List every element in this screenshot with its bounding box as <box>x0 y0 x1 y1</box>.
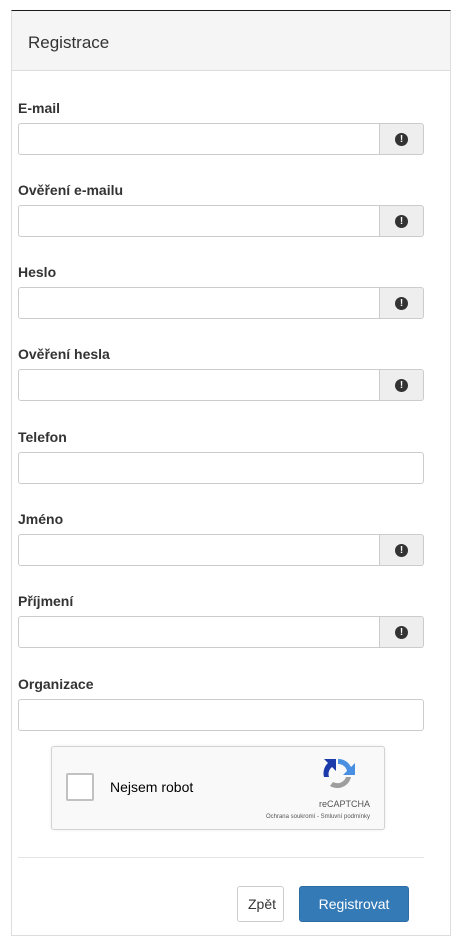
register-button[interactable]: Registrovat <box>299 886 409 922</box>
email-label: E-mail <box>18 100 61 116</box>
field-last-name: Příjmení ! <box>18 592 424 648</box>
last-name-input[interactable] <box>18 616 380 648</box>
field-password-confirm: Ověření hesla ! <box>18 345 424 401</box>
field-organization: Organizace <box>18 675 424 731</box>
last-name-addon: ! <box>380 616 424 648</box>
phone-label: Telefon <box>18 429 67 445</box>
password-label: Heslo <box>18 264 57 280</box>
password-confirm-input[interactable] <box>18 369 380 401</box>
organization-input[interactable] <box>18 699 424 731</box>
first-name-addon: ! <box>380 534 424 566</box>
exclamation-circle-icon: ! <box>395 132 408 146</box>
recaptcha-brand: reCAPTCHA <box>318 799 370 809</box>
exclamation-circle-icon: ! <box>395 214 408 228</box>
recaptcha-logo-icon <box>323 758 355 789</box>
last-name-label: Příjmení <box>18 593 74 609</box>
first-name-input[interactable] <box>18 534 380 566</box>
email-confirm-addon: ! <box>380 205 424 237</box>
password-confirm-label: Ověření hesla <box>18 346 110 362</box>
recaptcha-links[interactable]: Ochrana soukromí - Smluvní podmínky <box>266 814 370 820</box>
recaptcha-label: Nejsem robot <box>110 779 194 795</box>
field-password: Heslo ! <box>18 263 424 319</box>
back-button[interactable]: Zpět <box>237 886 284 922</box>
email-confirm-label: Ověření e-mailu <box>18 182 124 198</box>
panel-title: Registrace <box>12 11 450 71</box>
first-name-label: Jméno <box>18 511 64 527</box>
organization-label: Organizace <box>18 676 94 692</box>
footer-divider <box>18 857 424 858</box>
phone-input[interactable] <box>18 452 424 484</box>
password-input[interactable] <box>18 287 380 319</box>
field-first-name: Jméno ! <box>18 510 424 566</box>
field-email: E-mail ! <box>18 99 424 155</box>
exclamation-circle-icon: ! <box>395 543 408 557</box>
exclamation-circle-icon: ! <box>395 625 408 639</box>
password-confirm-addon: ! <box>380 369 424 401</box>
email-addon: ! <box>380 123 424 155</box>
field-phone: Telefon <box>18 428 424 484</box>
recaptcha-widget: Nejsem robot reCAPTCHA Ochrana soukromí … <box>51 746 385 830</box>
exclamation-circle-icon: ! <box>395 378 408 392</box>
password-addon: ! <box>380 287 424 319</box>
exclamation-circle-icon: ! <box>395 296 408 310</box>
recaptcha-checkbox[interactable] <box>66 773 94 801</box>
email-input[interactable] <box>18 123 380 155</box>
field-email-confirm: Ověření e-mailu ! <box>18 181 424 237</box>
email-confirm-input[interactable] <box>18 205 380 237</box>
